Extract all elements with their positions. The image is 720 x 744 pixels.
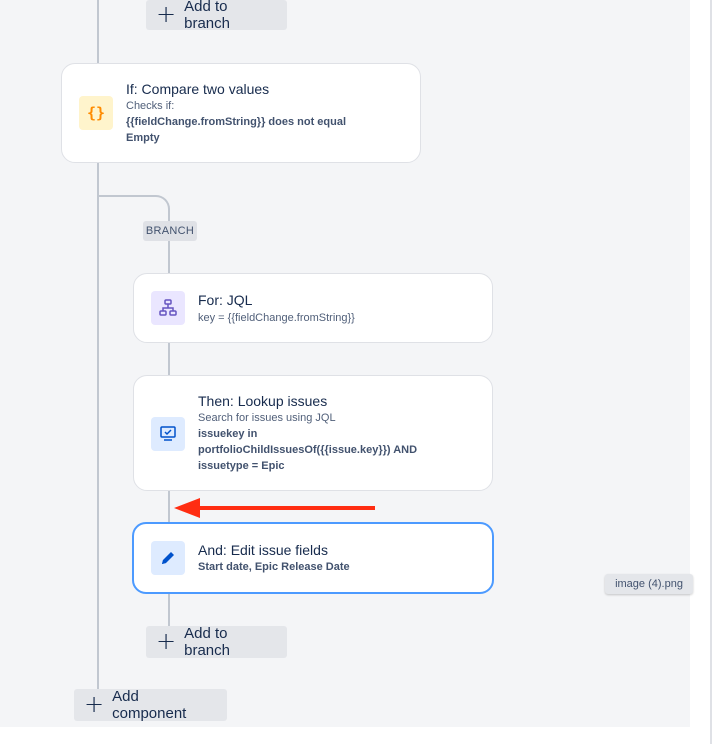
add-to-branch-label: Add to branch <box>184 625 230 659</box>
branch-connector-curve <box>98 195 170 223</box>
plus-icon: + <box>156 0 177 28</box>
monitor-search-icon <box>151 417 185 451</box>
edit-fields: Start date, Epic Release Date <box>198 561 350 573</box>
main-connector <box>97 162 99 690</box>
condition-checks-label: Checks if: <box>126 100 175 112</box>
lookup-issues-card[interactable]: Then: Lookup issues Search for issues us… <box>133 375 493 491</box>
for-jql-detail: key = {{fieldChange.fromString}} <box>198 312 355 324</box>
lookup-query-line2: portfolioChildIssuesOf({{issue.key}}) AN… <box>198 444 418 456</box>
lookup-subtitle: Search for issues using JQL <box>198 412 336 424</box>
condition-expression-line1: {{fieldChange.fromString}} does not equa… <box>126 116 347 128</box>
for-jql-card[interactable]: For: JQL key = {{fieldChange.fromString}… <box>133 273 493 343</box>
plus-icon: + <box>84 690 105 718</box>
curly-braces-icon: {} <box>79 96 113 130</box>
branch-connector-4 <box>168 593 170 626</box>
add-to-branch-button[interactable]: + Add to branch <box>146 0 287 32</box>
condition-title: If: Compare two values <box>126 81 270 97</box>
branch-connector-1 <box>168 241 170 274</box>
lookup-query-line3: issuetype = Epic <box>198 460 285 472</box>
lookup-query-line1: issuekey in <box>198 428 258 440</box>
main-connector-top <box>97 0 99 64</box>
add-component-label: Add component <box>112 688 187 722</box>
add-to-branch-label: Add to branch <box>184 0 230 32</box>
condition-card[interactable]: {} If: Compare two values Checks if: {{f… <box>61 63 421 163</box>
filename-tooltip: image (4).png <box>605 574 693 594</box>
condition-expression-line2: Empty <box>126 132 160 144</box>
panel-divider <box>710 0 712 744</box>
edit-title: And: Edit issue fields <box>198 542 328 558</box>
branch-connector-2 <box>168 342 170 376</box>
branch-hierarchy-icon <box>151 291 185 325</box>
edit-issue-fields-card[interactable]: And: Edit issue fields Start date, Epic … <box>132 522 494 594</box>
for-jql-title: For: JQL <box>198 292 253 308</box>
lookup-title: Then: Lookup issues <box>198 393 328 409</box>
add-component-button[interactable]: + Add component <box>74 688 227 722</box>
branch-tag: BRANCH <box>143 221 197 241</box>
add-to-branch-button-bottom[interactable]: + Add to branch <box>146 625 287 659</box>
plus-icon: + <box>156 627 177 655</box>
annotation-arrow <box>174 498 375 518</box>
branch-connector-3 <box>168 490 170 523</box>
pencil-icon <box>151 541 185 575</box>
